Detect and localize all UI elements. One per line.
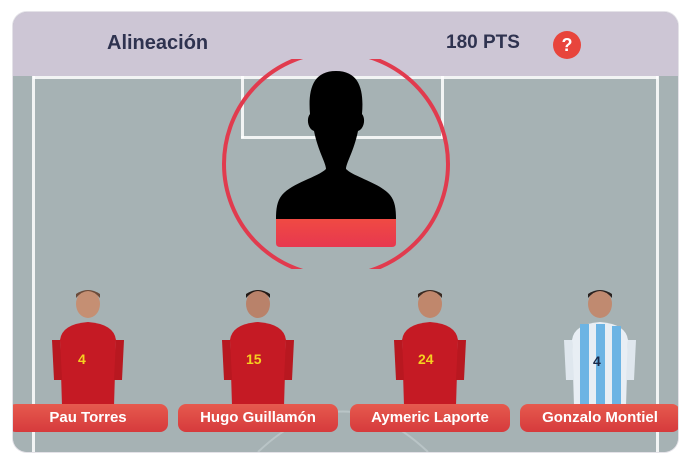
player-photo: 24: [394, 290, 466, 406]
svg-text:15: 15: [246, 351, 262, 367]
player-name-label: Pau Torres: [13, 404, 168, 432]
svg-text:24: 24: [418, 351, 434, 367]
svg-text:4: 4: [593, 353, 601, 369]
help-button[interactable]: ?: [553, 31, 581, 59]
svg-text:4: 4: [78, 351, 86, 367]
empty-player-slot[interactable]: [222, 50, 450, 278]
player-card[interactable]: 15 Hugo Guillamón: [178, 280, 338, 452]
player-name-label: Hugo Guillamón: [178, 404, 338, 432]
player-name-label: Gonzalo Montiel: [520, 404, 678, 432]
points-total: 180 PTS: [446, 32, 520, 53]
player-photo: 4: [564, 290, 636, 406]
player-card[interactable]: 4 Gonzalo Montiel: [520, 280, 678, 452]
player-photo: 15: [222, 290, 294, 406]
player-card[interactable]: 24 Aymeric Laporte: [350, 280, 510, 452]
player-card[interactable]: 4 Pau Torres: [13, 280, 168, 452]
player-name-label: Aymeric Laporte: [350, 404, 510, 432]
player-silhouette-icon: [222, 50, 450, 278]
lineup-card: Alineación 180 PTS ? 4 Pau Torres 15 Hug…: [13, 12, 678, 452]
page-title: Alineación: [107, 32, 209, 54]
player-photo: 4: [52, 290, 124, 406]
